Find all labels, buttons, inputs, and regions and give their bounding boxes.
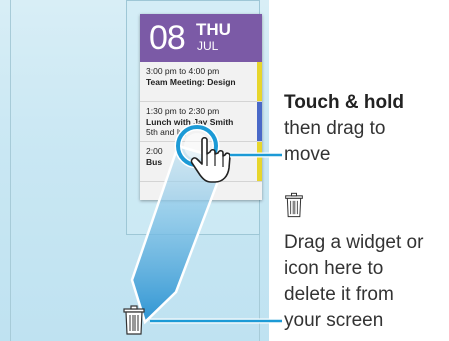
- trash-icon[interactable]: [122, 304, 146, 336]
- instruction-drag-line3: delete it from: [284, 284, 394, 305]
- instruction-drag-line1: Drag a widget or: [284, 232, 424, 253]
- instruction-drag-line2: icon here to: [284, 258, 384, 279]
- touch-hold-heading: Touch & hold: [284, 92, 404, 113]
- instruction-then-drag: then drag to: [284, 118, 386, 139]
- instruction-move: move: [284, 144, 331, 165]
- instruction-drag-line4: your screen: [284, 310, 384, 331]
- trash-icon: [285, 192, 303, 218]
